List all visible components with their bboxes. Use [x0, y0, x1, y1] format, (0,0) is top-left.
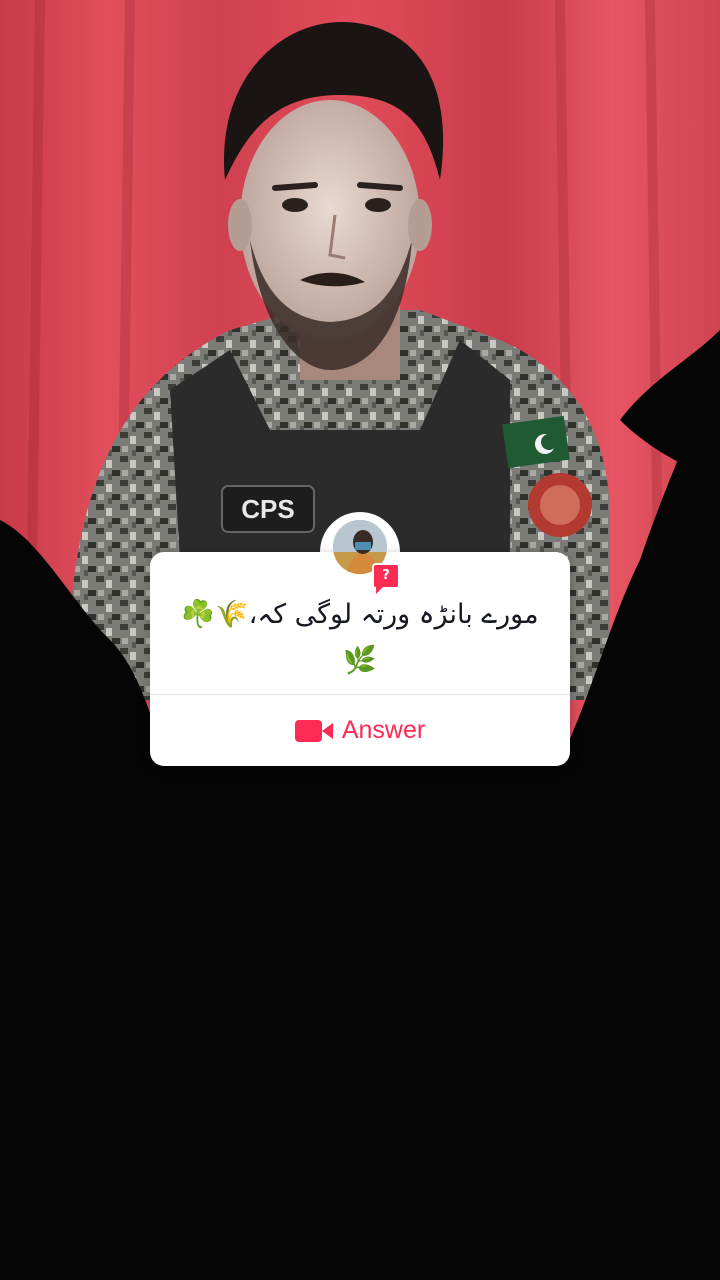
question-badge-icon: ?	[372, 563, 400, 594]
answer-label: Answer	[341, 716, 426, 744]
question-text: مورے بانڑہ ورتہ لوگی کہ،🌾☘️ 🌿	[181, 599, 539, 676]
story-screen: CPS ? مورے بانڑہ ورتہ لوگی کہ،🌾☘️ 🌿 Answ…	[0, 0, 720, 1280]
svg-text:CPS: CPS	[241, 494, 294, 524]
answer-button[interactable]: Answer	[150, 695, 570, 766]
video-camera-icon	[294, 719, 333, 742]
